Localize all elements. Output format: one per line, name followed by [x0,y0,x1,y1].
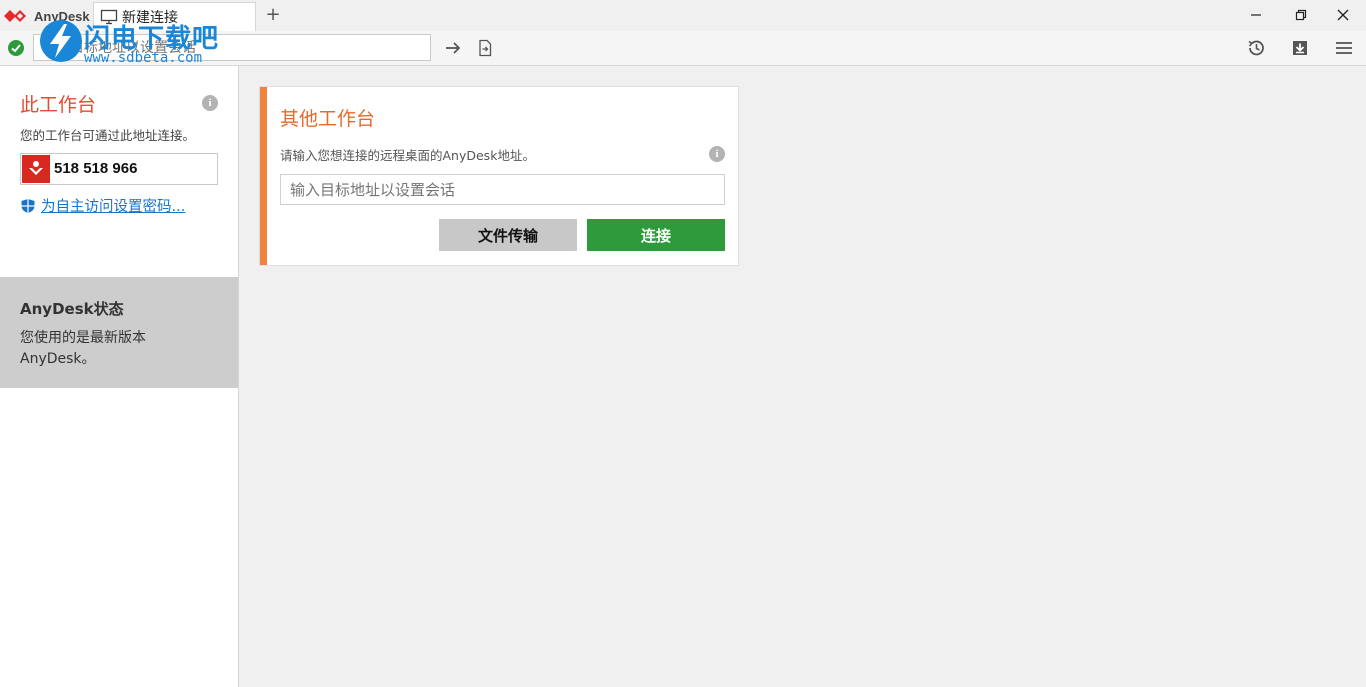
history-button[interactable] [1244,37,1268,59]
connect-button[interactable]: 连接 [587,219,725,251]
shield-icon [21,198,35,213]
remote-address-input[interactable] [280,174,725,205]
file-transfer-icon [479,39,492,57]
set-password-link[interactable]: 为自主访问设置密码... [20,195,185,216]
this-desk-description: 您的工作台可通过此地址连接。 [20,128,196,143]
remote-desk-title: 其他工作台 [280,108,376,130]
menu-button[interactable] [1332,37,1356,59]
watermark-url: www.sdbeta.com [84,50,203,66]
info-icon[interactable]: i [202,95,218,111]
status-text: 您使用的是最新版本 AnyDesk。 [20,330,146,367]
arrow-right-icon [446,42,461,54]
menu-icon [1336,42,1352,54]
anydesk-id-icon [29,161,43,175]
remote-desk-description: 请输入您想连接的远程桌面的AnyDesk地址。 [280,148,535,163]
remote-desk-card: 其他工作台 请输入您想连接的远程桌面的AnyDesk地址。 i 文件传输 连接 [259,86,739,266]
minimize-icon [1251,14,1261,16]
connect-arrow-button[interactable] [441,37,465,59]
minimize-button[interactable] [1243,4,1269,26]
file-transfer-toolbar-button[interactable] [473,37,497,59]
restore-icon [1295,9,1307,21]
file-transfer-button[interactable]: 文件传输 [439,219,577,251]
restore-button[interactable] [1288,4,1314,26]
download-icon [1293,41,1307,55]
this-desk-title: 此工作台 [20,94,97,116]
set-password-link-text[interactable]: 为自主访问设置密码... [41,195,185,216]
download-button[interactable] [1288,37,1312,59]
status-title: AnyDesk状态 [20,300,124,318]
watermark: 闪电下载吧 www.sdbeta.com [38,16,248,68]
info-icon[interactable]: i [709,146,725,162]
sidebar: 此工作台 i 您的工作台可通过此地址连接。 518 518 966 为自主访问设… [0,66,239,687]
lightning-logo-icon [40,20,82,62]
anydesk-status-panel: AnyDesk状态 您使用的是最新版本 AnyDesk。 [0,277,238,388]
status-indicator [8,40,24,56]
anydesk-logo-icon [4,10,26,22]
history-icon [1248,40,1264,56]
close-button[interactable] [1330,4,1356,26]
id-badge [22,155,50,183]
close-icon [1337,9,1349,21]
check-icon [11,44,21,53]
card-accent-bar [260,87,267,265]
add-tab-button[interactable]: + [264,5,282,25]
desk-id-box[interactable]: 518 518 966 [20,153,218,185]
desk-id: 518 518 966 [54,160,138,177]
